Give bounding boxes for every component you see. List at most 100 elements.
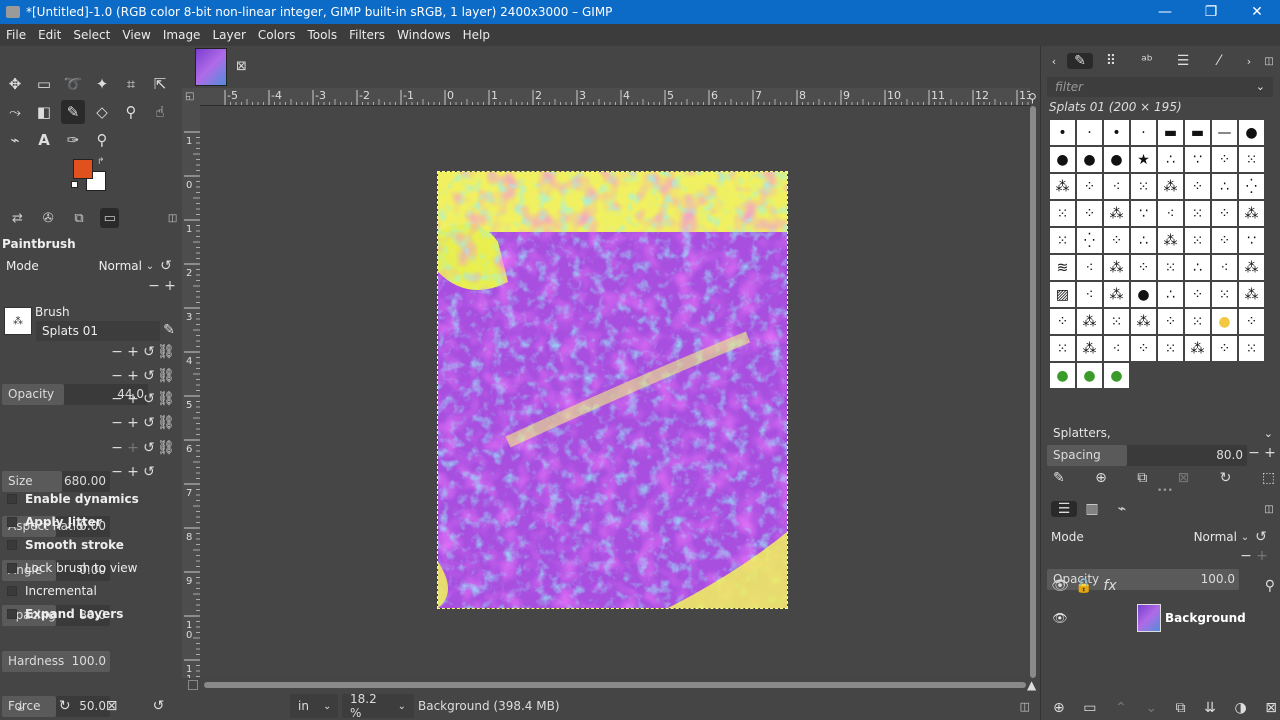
menu-help[interactable]: Help <box>457 28 496 42</box>
link-icon[interactable]: ⛓ <box>157 368 175 384</box>
refresh-brushes-icon[interactable]: ↻ <box>1220 470 1232 486</box>
brush-preview-cell[interactable]: ⁘ <box>1157 308 1184 335</box>
configure-tab-icon[interactable]: ◫ <box>1261 504 1277 515</box>
toggle-quick-mask-icon[interactable]: ◫ <box>1020 700 1030 713</box>
zoom-lock-icon[interactable]: ⚲ <box>1028 91 1037 105</box>
close-image-tab-icon[interactable]: ⊠ <box>236 59 247 74</box>
vertical-scrollbar[interactable] <box>1026 106 1040 678</box>
undo-history-tab-icon[interactable]: ⧉ <box>70 208 89 228</box>
chevron-down-icon[interactable]: ⌄ <box>1256 80 1265 94</box>
layer-mode-select[interactable]: Normal <box>1171 530 1237 544</box>
brush-preview-cell[interactable]: ⁙ <box>1049 200 1076 227</box>
configure-tab-icon[interactable]: ◫ <box>163 208 182 228</box>
menu-windows[interactable]: Windows <box>391 28 457 42</box>
brush-preview-cell[interactable]: ⁘ <box>1211 200 1238 227</box>
images-tab-icon[interactable]: ▭ <box>100 208 120 228</box>
minimize-button[interactable]: — <box>1142 0 1188 24</box>
brush-preview-cell[interactable]: ⁂ <box>1157 173 1184 200</box>
brush-preview-cell[interactable]: ⁂ <box>1076 335 1103 362</box>
channels-tab-icon[interactable]: ▥ <box>1077 501 1107 517</box>
reset-icon[interactable]: ↺ <box>141 344 157 360</box>
brush-preview-cell[interactable]: ⁖ <box>1076 281 1103 308</box>
delete-brush-icon[interactable]: ⊠ <box>1178 470 1190 486</box>
bucket-fill-tool-icon[interactable]: ◧ <box>32 100 56 124</box>
brush-preview-cell[interactable]: ⁘ <box>1184 173 1211 200</box>
brush-preview-cell[interactable]: ⁘ <box>1211 227 1238 254</box>
chevron-down-icon[interactable]: ⌄ <box>1264 427 1279 440</box>
rect-select-tool-icon[interactable]: ▭ <box>32 72 56 96</box>
reset-icon[interactable]: ↺ <box>141 415 157 431</box>
vertical-scroll-thumb[interactable] <box>1030 106 1036 678</box>
brush-preview-cell[interactable]: ⁙ <box>1184 308 1211 335</box>
link-icon[interactable]: ⛓ <box>157 344 175 360</box>
ruler-corner[interactable]: ◱ <box>182 88 200 106</box>
configure-tab-icon[interactable]: ◫ <box>1261 56 1277 67</box>
brush-preview-cell[interactable]: ⁂ <box>1049 173 1076 200</box>
brushes-tab-icon[interactable]: ✎ <box>1067 53 1093 69</box>
minus-icon[interactable]: − <box>109 344 125 360</box>
edit-brush-icon[interactable]: ✎ <box>161 322 177 338</box>
brush-preview-cell[interactable]: ⁙ <box>1238 146 1265 173</box>
brush-preview-cell[interactable]: ⁘ <box>1211 146 1238 173</box>
link-icon[interactable]: ⛓ <box>157 391 175 407</box>
brush-preview-cell[interactable]: ⁙ <box>1184 200 1211 227</box>
reset-mode-icon[interactable]: ↺ <box>1253 529 1269 545</box>
brush-preview-cell[interactable]: • <box>1103 119 1130 146</box>
brush-preview-cell[interactable]: ● <box>1211 308 1238 335</box>
horizontal-scroll-thumb[interactable] <box>204 682 1026 688</box>
brush-preview-cell[interactable]: ⁙ <box>1157 335 1184 362</box>
incremental-checkbox[interactable]: Incremental <box>7 584 97 598</box>
expand-layers-checkbox[interactable]: Expand Layers <box>7 607 123 621</box>
menu-view[interactable]: View <box>116 28 156 42</box>
image-thumbnail-tab[interactable] <box>195 48 227 86</box>
brush-preview-cell[interactable]: ⁂ <box>1184 335 1211 362</box>
layer-row-background[interactable]: 👁 Background <box>1045 602 1280 634</box>
brush-preview-cell[interactable]: ∴ <box>1184 254 1211 281</box>
brush-preview-cell[interactable]: ⁘ <box>1184 281 1211 308</box>
brush-preview-cell[interactable]: ⁘ <box>1130 254 1157 281</box>
brush-preview-cell[interactable]: • <box>1049 119 1076 146</box>
minus-icon[interactable]: − <box>109 368 125 384</box>
brush-preview-cell[interactable]: ● <box>1049 146 1076 173</box>
delete-layer-icon[interactable]: ⊠ <box>1265 700 1277 716</box>
close-button[interactable]: ✕ <box>1234 0 1280 24</box>
paths-tool-icon[interactable]: ⌁ <box>3 128 27 152</box>
new-layer-group-icon[interactable]: ▭ <box>1083 700 1096 716</box>
merge-layer-icon[interactable]: ⇊ <box>1204 700 1216 716</box>
minus-icon[interactable]: − <box>109 440 125 456</box>
brush-preview-cell[interactable]: ▬ <box>1157 119 1184 146</box>
menu-colors[interactable]: Colors <box>252 28 302 42</box>
gradients-tab-icon[interactable]: ☰ <box>1165 53 1201 69</box>
plus-icon[interactable]: + <box>125 415 141 431</box>
brush-preview-cell[interactable]: ∴ <box>1157 146 1184 173</box>
save-tool-preset-icon[interactable]: ⤓ <box>18 698 24 714</box>
eye-icon[interactable]: 👁 <box>1045 611 1075 625</box>
brush-preview-cell[interactable]: ● <box>1238 119 1265 146</box>
scroll-right-icon[interactable]: › <box>1237 55 1261 68</box>
color-picker-tool-icon[interactable]: ✑ <box>61 128 85 152</box>
paintbrush-tool-icon[interactable]: ✎ <box>61 100 85 124</box>
lock-header-icon[interactable]: 🔒 <box>1071 578 1097 594</box>
foreground-color-swatch-top[interactable] <box>73 159 93 179</box>
tool-options-tab-icon[interactable]: ⇄ <box>8 208 27 228</box>
brush-preview-cell[interactable]: ⁘ <box>1103 227 1130 254</box>
brush-preview-cell[interactable]: ⁙ <box>1211 281 1238 308</box>
layer-mask-icon[interactable]: ◑ <box>1234 700 1246 716</box>
brush-preview-cell[interactable]: ⁂ <box>1157 227 1184 254</box>
minus-icon[interactable]: − <box>109 464 125 480</box>
paths-tab-icon[interactable]: ⌁ <box>1107 501 1137 517</box>
plus-icon[interactable]: + <box>125 464 141 480</box>
minus-icon[interactable]: − <box>109 415 125 431</box>
plus-icon[interactable]: + <box>162 278 178 294</box>
text-tool-icon[interactable]: A <box>32 128 56 152</box>
brush-preview-cell[interactable]: ⁖ <box>1076 254 1103 281</box>
brush-preview-cell[interactable]: ⁖ <box>1211 254 1238 281</box>
link-icon[interactable]: ⛓ <box>157 440 175 456</box>
link-icon[interactable]: ⛓ <box>157 415 175 431</box>
plus-icon[interactable]: + <box>1262 445 1278 461</box>
brush-name-field[interactable]: Splats 01 <box>36 321 160 341</box>
reset-icon[interactable]: ↺ <box>141 391 157 407</box>
brush-preview-cell[interactable]: ⁘ <box>1076 173 1103 200</box>
brush-preview-cell[interactable]: ▨ <box>1049 281 1076 308</box>
fx-header-icon[interactable]: fx <box>1097 578 1123 594</box>
